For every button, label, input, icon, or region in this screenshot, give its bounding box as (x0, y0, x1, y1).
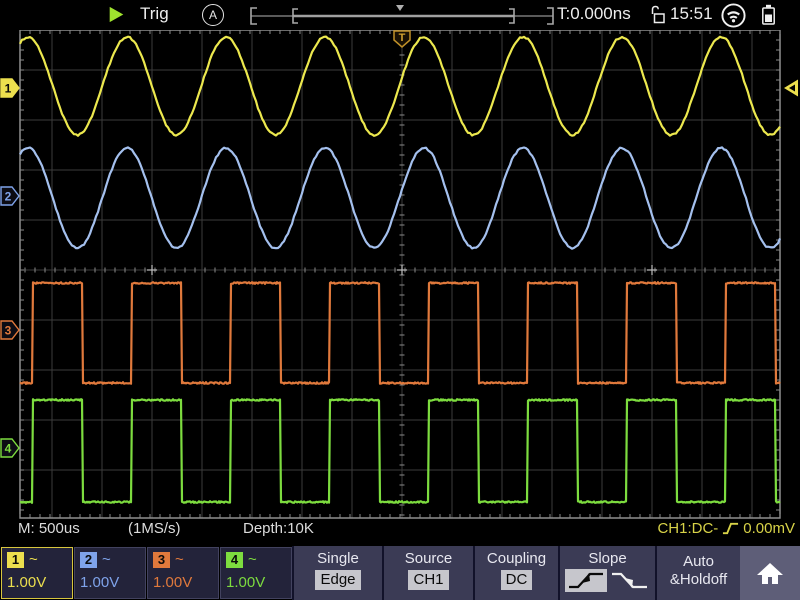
trigger-source-button[interactable]: Source CH1 (382, 546, 473, 600)
trigger-mode-single-button[interactable]: Single Edge (292, 546, 382, 600)
channel-3-marker-number: 3 (5, 324, 12, 338)
window-position-marker[interactable] (396, 5, 404, 11)
soft-menu: Single Edge Source CH1 Coupling DC Slope (292, 546, 740, 600)
falling-slope-icon[interactable] (610, 569, 650, 592)
channel-2-scale-value: 1.00V (80, 574, 119, 591)
trigger-info: CH1:DC- 0.00mV (657, 520, 795, 537)
auto-label: Auto (657, 553, 740, 570)
channel-box-2[interactable]: 2 ~ 1.00V (74, 547, 146, 599)
trigger-level-value: 0.00mV (743, 520, 795, 537)
auto-holdoff-button[interactable]: Auto &Holdoff (655, 546, 740, 600)
channel-2-marker-number: 2 (5, 190, 12, 204)
channel-1-coupling-indicator: ~ (29, 551, 38, 568)
clock-label: 15:51 (670, 4, 713, 24)
home-button[interactable] (740, 546, 800, 600)
trigger-time-offset-label: T:0.000ns (557, 4, 631, 24)
sample-rate-label: (1MS/s) (128, 520, 181, 537)
horizontal-position-indicator[interactable] (248, 1, 558, 27)
channel-box-3[interactable]: 3 ~ 1.00V (147, 547, 219, 599)
battery-icon (761, 4, 776, 25)
depth-label: Depth:10K (243, 520, 314, 537)
channel-2-coupling-indicator: ~ (102, 551, 111, 568)
channel-1-number-badge: 1 (7, 552, 24, 568)
channel-4-coupling-indicator: ~ (248, 551, 257, 568)
trigger-slope-button[interactable]: Slope (558, 546, 655, 600)
timebase-label: M: 500us (18, 520, 80, 537)
single-label: Single (294, 550, 382, 567)
run-play-icon (108, 5, 125, 24)
auto-trigger-letter: A (209, 8, 217, 22)
rising-edge-icon (721, 520, 740, 537)
channel-box-1[interactable]: 1 ~ 1.00V (1, 547, 73, 599)
channel-3-number-badge: 3 (153, 552, 170, 568)
channel-4-number-badge: 4 (226, 552, 243, 568)
coupling-label: Coupling (475, 550, 558, 567)
source-value-chip: CH1 (408, 570, 448, 590)
oscilloscope-screen: 1 2 3 4 T Trig A T:0.000ns 15:51 (0, 0, 800, 600)
auto-trigger-mode-icon: A (202, 4, 224, 26)
rising-slope-icon-selected[interactable] (565, 569, 607, 592)
channel-3-coupling-indicator: ~ (175, 551, 184, 568)
coupling-value-chip: DC (501, 570, 533, 590)
channel-4-scale-value: 1.00V (226, 574, 265, 591)
slope-label: Slope (560, 550, 655, 567)
home-icon (755, 560, 785, 586)
top-bar: Trig A T:0.000ns 15:51 (0, 0, 800, 30)
channel-2-trace (20, 147, 780, 248)
channel-box-4[interactable]: 4 ~ 1.00V (220, 547, 292, 599)
holdoff-label: &Holdoff (657, 571, 740, 588)
wifi-icon[interactable] (720, 2, 747, 29)
trigger-position-letter: T (399, 32, 406, 44)
edge-value-chip: Edge (315, 570, 360, 590)
unlock-icon[interactable] (651, 5, 665, 24)
trigger-source-coupling-label: CH1:DC- (657, 520, 718, 537)
trigger-coupling-button[interactable]: Coupling DC (473, 546, 558, 600)
source-label: Source (384, 550, 473, 567)
channel-3-scale-value: 1.00V (153, 574, 192, 591)
channel-1-trace (20, 37, 780, 136)
scope-display: 1 2 3 4 T (0, 0, 800, 546)
channel-2-number-badge: 2 (80, 552, 97, 568)
channel-1-marker-number: 1 (5, 82, 12, 96)
channel-1-scale-value: 1.00V (7, 574, 46, 591)
channel-4-marker-number: 4 (5, 442, 12, 456)
channel-3-trace (20, 282, 780, 384)
trig-label: Trig (140, 4, 169, 24)
